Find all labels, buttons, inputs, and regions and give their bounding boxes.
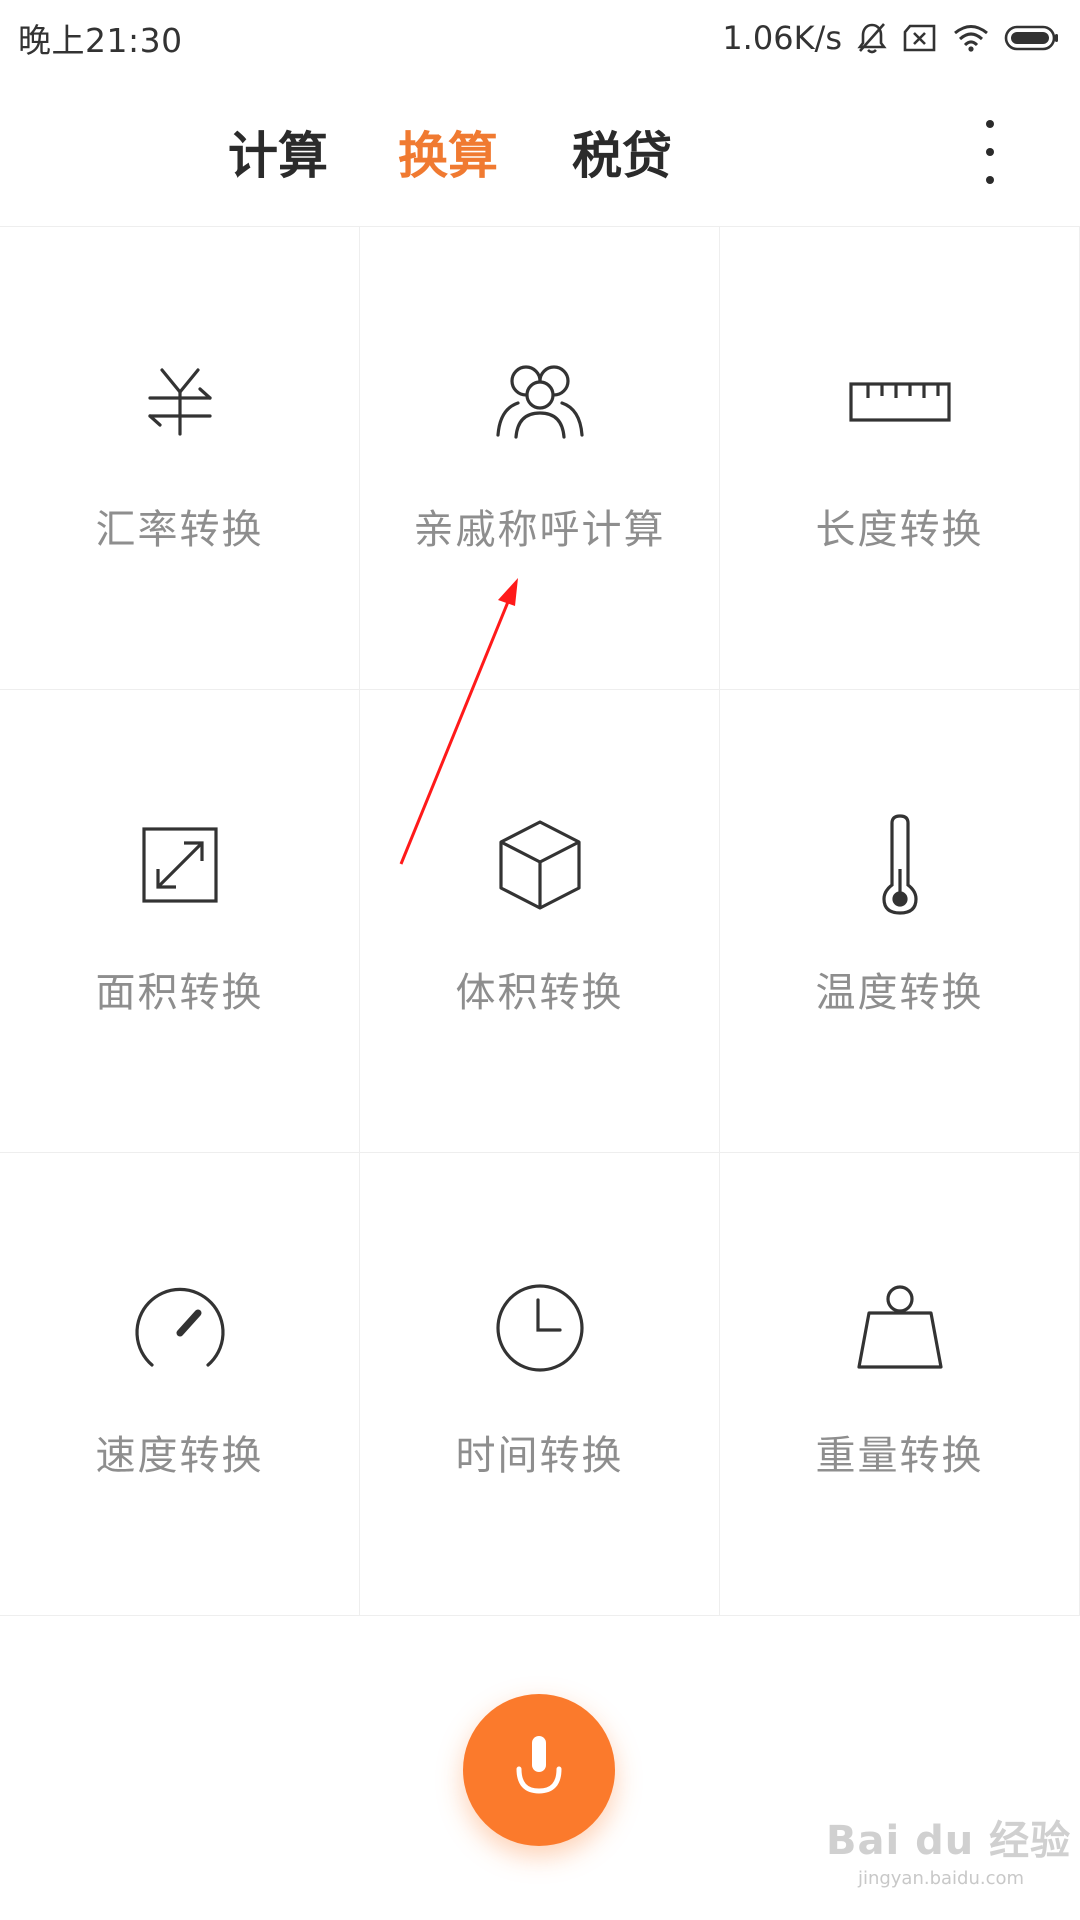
status-bar: 晚上21:30 1.06K/s — [0, 0, 1080, 76]
thermometer-icon — [845, 810, 955, 920]
voice-input-button[interactable] — [463, 1694, 615, 1846]
currency-exchange-icon — [125, 347, 235, 457]
grid-item-label: 温度转换 — [815, 970, 984, 1016]
header-tabs: 计算 换算 税贷 — [0, 76, 1080, 226]
watermark-url: jingyan.baidu.com — [857, 1868, 1025, 1889]
sim-error-icon — [902, 23, 938, 53]
network-speed: 1.06K/s — [722, 19, 842, 57]
ruler-icon — [845, 347, 955, 457]
grid-item-label: 汇率转换 — [95, 507, 264, 553]
grid-item-label: 体积转换 — [455, 970, 624, 1016]
grid-item-length[interactable]: 长度转换 — [720, 227, 1080, 690]
clock-icon — [485, 1273, 595, 1383]
bell-off-icon — [856, 21, 888, 55]
area-resize-icon — [125, 810, 235, 920]
status-indicators: 1.06K/s — [722, 19, 1060, 57]
grid-item-label: 时间转换 — [455, 1433, 624, 1479]
grid-item-area[interactable]: 面积转换 — [0, 690, 360, 1153]
grid-item-temperature[interactable]: 温度转换 — [720, 690, 1080, 1153]
tab-calculate[interactable]: 计算 — [228, 116, 328, 188]
grid-item-label: 亲戚称呼计算 — [413, 507, 666, 553]
grid-item-time[interactable]: 时间转换 — [360, 1153, 720, 1616]
status-time: 晚上21:30 — [18, 21, 183, 60]
grid-item-label: 速度转换 — [95, 1433, 264, 1479]
microphone-icon — [516, 1736, 562, 1794]
grid-item-speed[interactable]: 速度转换 — [0, 1153, 360, 1616]
battery-icon — [1004, 24, 1060, 52]
grid-item-label: 面积转换 — [95, 970, 264, 1016]
converter-grid: 汇率转换 亲戚称呼计算 长度转换 面积转换 体积转换 温度转换 速度转换 时间转… — [0, 226, 1080, 1617]
cube-icon — [485, 810, 595, 920]
grid-item-label: 长度转换 — [815, 507, 984, 553]
wifi-icon — [952, 23, 990, 53]
grid-item-volume[interactable]: 体积转换 — [360, 690, 720, 1153]
grid-item-weight[interactable]: 重量转换 — [720, 1153, 1080, 1616]
speedometer-icon — [125, 1273, 235, 1383]
tab-tax-loan[interactable]: 税贷 — [572, 116, 672, 188]
grid-item-label: 重量转换 — [815, 1433, 984, 1479]
watermark: Bai du 经验 jingyan.baidu.com — [826, 1808, 1072, 1908]
tab-convert[interactable]: 换算 — [398, 116, 498, 188]
weight-icon — [845, 1273, 955, 1383]
relatives-icon — [485, 347, 595, 457]
grid-item-relatives[interactable]: 亲戚称呼计算 — [360, 227, 720, 690]
grid-item-currency[interactable]: 汇率转换 — [0, 227, 360, 690]
more-vertical-icon[interactable] — [970, 120, 1010, 184]
watermark-logo: Bai du 经验 — [826, 1818, 1072, 1864]
